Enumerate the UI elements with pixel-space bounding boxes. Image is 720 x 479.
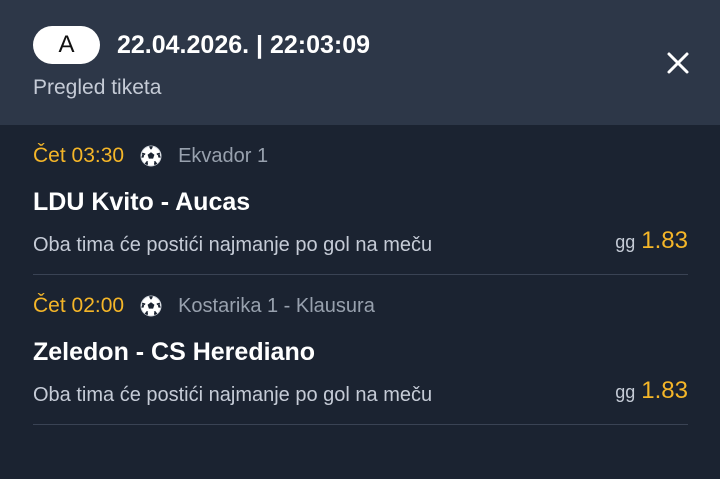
page-title: Pregled tiketa xyxy=(33,76,162,99)
match-teams: LDU Kvito - Aucas xyxy=(33,188,251,216)
close-button[interactable] xyxy=(662,47,694,79)
bet-pick: gg 1.83 xyxy=(615,377,688,405)
ticket-header: A 22.04.2026. | 22:03:09 Pregled tiketa xyxy=(0,0,720,125)
odd-value: 1.83 xyxy=(641,377,688,404)
match-meta: Čet 03:30 Ekvador 1 xyxy=(33,142,268,170)
match-row[interactable]: Čet 03:30 Ekvador 1 LDU Kvito - Aucas Ob… xyxy=(33,125,688,275)
match-meta: Čet 02:00 Kostarika 1 - Klausura xyxy=(33,292,375,320)
match-teams: Zeledon - CS Herediano xyxy=(33,338,315,366)
close-icon xyxy=(667,52,689,74)
match-time: Čet 03:30 xyxy=(33,144,125,167)
league-name: Kostarika 1 - Klausura xyxy=(178,295,375,317)
odd-value: 1.83 xyxy=(641,227,688,254)
match-time: Čet 02:00 xyxy=(33,294,125,317)
bet-market: Oba tima će postići najmanje po gol na m… xyxy=(33,384,433,406)
pick-code: gg xyxy=(615,382,636,402)
soccer-ball-icon xyxy=(140,295,162,317)
ticket-badge: A xyxy=(33,26,100,64)
match-row[interactable]: Čet 02:00 Kostarika 1 - Klausura Zeledon… xyxy=(33,275,688,425)
league-name: Ekvador 1 xyxy=(178,145,269,167)
pick-code: gg xyxy=(615,232,636,252)
ticket-datetime: 22.04.2026. | 22:03:09 xyxy=(117,31,371,59)
bet-pick: gg 1.83 xyxy=(615,227,688,255)
soccer-ball-icon xyxy=(140,145,162,167)
divider xyxy=(33,424,688,425)
bet-market: Oba tima će postići najmanje po gol na m… xyxy=(33,234,433,256)
